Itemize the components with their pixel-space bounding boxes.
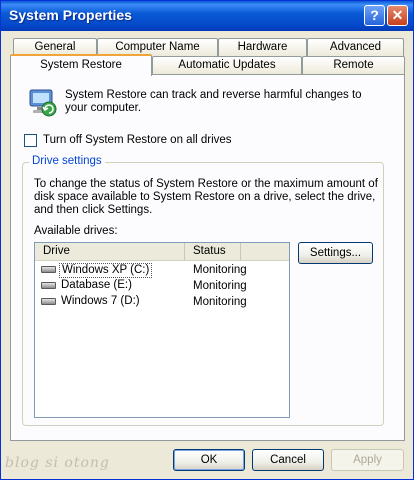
close-button[interactable]: ✕ xyxy=(387,5,408,26)
drive-row[interactable]: Windows XP (C:) Monitoring xyxy=(35,262,289,278)
turn-off-restore-checkbox[interactable] xyxy=(24,134,37,147)
available-drives-label: Available drives: xyxy=(34,225,118,237)
drive-status: Monitoring xyxy=(193,280,247,292)
apply-button[interactable]: Apply xyxy=(331,449,404,471)
system-restore-icon xyxy=(29,89,57,117)
drives-list[interactable]: Drive Status Windows XP (C:) Monitoring … xyxy=(34,242,290,418)
settings-button[interactable]: Settings... xyxy=(298,242,373,264)
drives-list-header: Drive Status xyxy=(35,243,289,261)
tab-advanced[interactable]: Advanced xyxy=(307,38,404,57)
ok-button[interactable]: OK xyxy=(173,449,245,471)
column-drive[interactable]: Drive xyxy=(35,243,185,260)
watermark: blog si otong xyxy=(5,455,110,471)
tab-system-restore[interactable]: System Restore xyxy=(10,54,152,76)
system-restore-panel: System Restore can track and reverse har… xyxy=(10,74,405,441)
cancel-button[interactable]: Cancel xyxy=(252,449,324,471)
close-icon: ✕ xyxy=(391,7,404,23)
drive-name: Database (E:) xyxy=(61,279,132,291)
drive-status: Monitoring xyxy=(193,296,247,308)
help-icon: ? xyxy=(370,7,379,23)
tab-automatic-updates[interactable]: Automatic Updates xyxy=(152,56,302,75)
drive-settings-description: To change the status of System Restore o… xyxy=(34,178,378,216)
drive-settings-label: Drive settings xyxy=(29,155,105,167)
hard-drive-icon xyxy=(41,282,56,289)
hard-drive-icon xyxy=(41,298,56,305)
drive-row[interactable]: Database (E:) Monitoring xyxy=(35,278,289,294)
tab-hardware[interactable]: Hardware xyxy=(218,38,307,57)
column-status[interactable]: Status xyxy=(185,243,241,260)
drive-name: Windows XP (C:) xyxy=(59,263,153,278)
system-properties-window: System Properties ? ✕ General Computer N… xyxy=(0,0,414,480)
info-text: System Restore can track and reverse har… xyxy=(65,89,362,114)
window-title: System Properties xyxy=(9,7,132,23)
hard-drive-icon xyxy=(41,266,56,273)
turn-off-restore-label[interactable]: Turn off System Restore on all drives xyxy=(43,134,232,146)
help-button[interactable]: ? xyxy=(364,5,385,26)
title-bar[interactable]: System Properties ? ✕ xyxy=(1,1,413,31)
drive-name: Windows 7 (D:) xyxy=(61,295,140,307)
tab-remote[interactable]: Remote xyxy=(302,56,405,75)
drive-status: Monitoring xyxy=(193,264,247,276)
drive-row[interactable]: Windows 7 (D:) Monitoring xyxy=(35,294,289,310)
